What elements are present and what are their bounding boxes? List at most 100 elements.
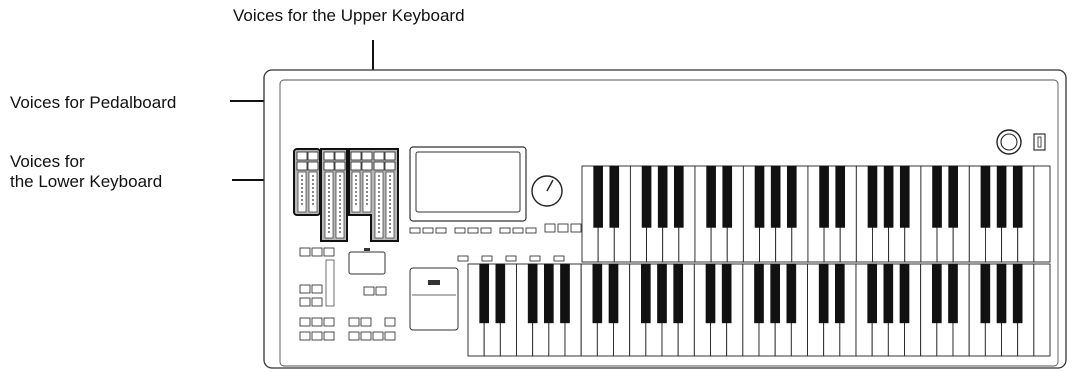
slider-dot: [328, 175, 330, 177]
slider-dot: [301, 175, 303, 177]
panel-button: [512, 227, 524, 234]
panel-button: [570, 223, 582, 233]
slider-dot: [339, 207, 341, 209]
slider-dot: [312, 179, 314, 181]
upper-black-key: [948, 165, 958, 228]
voice-button: [350, 151, 362, 161]
selector-button: [529, 255, 541, 262]
lower-black-key: [835, 263, 845, 324]
slider-dot: [366, 187, 368, 189]
slider-dot: [355, 203, 357, 205]
function-button: [311, 317, 323, 327]
slider-dot: [389, 207, 391, 209]
function-button: [311, 297, 323, 307]
lower-white-key: [1033, 263, 1051, 357]
slider-dot: [301, 187, 303, 189]
slider-dot: [389, 231, 391, 233]
usb-slot: [428, 280, 440, 285]
slider-dot: [339, 187, 341, 189]
upper-black-key: [1012, 165, 1023, 228]
lower-black-key: [786, 263, 797, 324]
upper-black-key: [932, 165, 942, 228]
slider-dot: [328, 227, 330, 229]
function-button: [384, 317, 396, 327]
slider-dot: [339, 219, 341, 221]
slider-dot: [378, 203, 380, 205]
voice-button: [384, 151, 396, 161]
lower-black-key: [996, 263, 1007, 324]
slider-dot: [366, 191, 368, 193]
function-button: [372, 331, 384, 341]
slider-dot: [312, 175, 314, 177]
voice-button: [384, 161, 396, 171]
upper-black-key: [657, 165, 668, 228]
upper-black-key: [609, 165, 620, 228]
slider-dot: [328, 207, 330, 209]
slider-dot: [378, 219, 380, 221]
slider-dot: [339, 179, 341, 181]
slider-dot: [339, 195, 341, 197]
slider-dot: [339, 227, 341, 229]
lower-black-key: [980, 263, 991, 324]
function-button: [311, 331, 323, 341]
slider-dot: [366, 203, 368, 205]
slider-dot: [389, 223, 391, 225]
lower-black-key: [932, 263, 942, 324]
panel-button: [525, 227, 537, 234]
slider-dot: [389, 211, 391, 213]
lower-black-key: [754, 263, 764, 324]
slider-dot: [328, 231, 330, 233]
slider-dot: [328, 191, 330, 193]
upper-white-key: [1033, 165, 1051, 263]
selector-button: [481, 255, 493, 262]
slider-dot: [328, 203, 330, 205]
slider-dot: [339, 211, 341, 213]
organ-diagram: [230, 40, 1067, 369]
slider-dot: [301, 183, 303, 185]
selector-button: [553, 255, 565, 262]
upper-black-key: [899, 165, 910, 228]
panel-button: [544, 223, 556, 233]
voice-button: [296, 161, 308, 171]
lower-black-key: [544, 263, 554, 324]
slider-dot: [328, 215, 330, 217]
selector-button: [505, 255, 517, 262]
lower-black-key: [657, 263, 667, 324]
lower-black-key: [883, 263, 894, 324]
selector-button: [457, 255, 469, 262]
slider-dot: [378, 211, 380, 213]
function-button: [348, 317, 360, 327]
slider-dot: [366, 175, 368, 177]
slider-dot: [301, 179, 303, 181]
slider-dot: [301, 199, 303, 201]
power-switch-icon: [1033, 133, 1046, 151]
function-button: [360, 317, 372, 327]
lower-black-key: [495, 263, 506, 324]
slider-dot: [339, 199, 341, 201]
slider-dot: [339, 175, 341, 177]
lower-black-key: [705, 263, 716, 324]
slider-dot: [378, 231, 380, 233]
function-button: [311, 284, 323, 294]
slider-dot: [378, 215, 380, 217]
slider-dot: [389, 195, 391, 197]
lower-black-key: [721, 263, 732, 324]
slider-dot: [355, 175, 357, 177]
slider-dot: [389, 199, 391, 201]
lcd-display-screen: [415, 151, 521, 213]
expression-slider: [325, 259, 335, 307]
function-button: [299, 331, 311, 341]
slider-dot: [366, 195, 368, 197]
voice-button: [307, 151, 319, 161]
lower-black-key: [867, 263, 877, 324]
voice-button: [373, 151, 385, 161]
slider-dot: [389, 203, 391, 205]
slider-dot: [389, 175, 391, 177]
lower-black-key: [527, 263, 538, 324]
slider-dot: [378, 187, 380, 189]
function-button: [299, 297, 311, 307]
slider-dot: [328, 199, 330, 201]
function-button: [311, 247, 323, 257]
upper-black-key: [980, 165, 991, 228]
voice-button: [361, 161, 373, 171]
